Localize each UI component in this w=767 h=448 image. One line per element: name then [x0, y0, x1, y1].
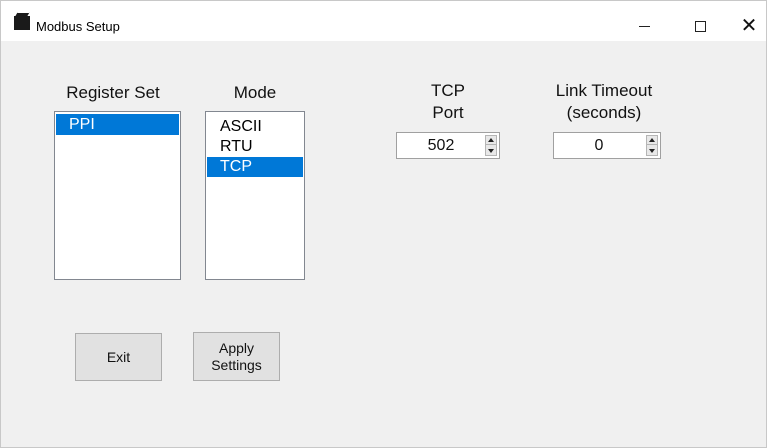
mode-item-tcp[interactable]: TCP: [207, 157, 303, 177]
close-icon: ✕: [740, 13, 758, 37]
register-set-listbox[interactable]: PPI: [54, 111, 181, 280]
mode-listbox[interactable]: ASCII RTU TCP: [205, 111, 305, 280]
mode-label: Mode: [233, 83, 277, 102]
maximize-button[interactable]: [677, 1, 723, 41]
exit-button-label: Exit: [106, 348, 131, 365]
link-timeout-label: Link Timeout (seconds): [539, 80, 669, 124]
title-bar[interactable]: Modbus Setup ✕: [1, 1, 766, 41]
tcp-port-spinbox[interactable]: 502: [396, 132, 500, 159]
window-title: Modbus Setup: [36, 19, 120, 34]
register-set-item-ppi[interactable]: PPI: [56, 114, 179, 135]
link-timeout-spin-buttons[interactable]: [646, 135, 658, 156]
tcp-port-spin-buttons[interactable]: [485, 135, 497, 156]
mode-item-rtu[interactable]: RTU: [207, 137, 303, 157]
apply-button-label-line2: Settings: [211, 356, 262, 373]
mode-item-ascii[interactable]: ASCII: [207, 117, 303, 137]
maximize-icon: [694, 20, 706, 32]
tcp-port-value[interactable]: 502: [397, 133, 485, 158]
arrow-down-icon: [488, 148, 494, 153]
modbus-setup-window: Modbus Setup ✕ Register Set PPI Mode ASC…: [0, 0, 767, 448]
link-timeout-up-button[interactable]: [647, 136, 657, 145]
app-icon[interactable]: [14, 16, 30, 30]
minimize-button[interactable]: [621, 1, 667, 41]
register-set-label: Register Set: [66, 83, 160, 102]
tcp-port-label: TCP Port: [398, 80, 498, 124]
tcp-port-label-line2: Port: [432, 103, 464, 122]
exit-button[interactable]: Exit: [75, 333, 162, 381]
arrow-up-icon: [649, 138, 655, 142]
apply-settings-button[interactable]: Apply Settings: [193, 332, 280, 381]
link-timeout-label-line2: (seconds): [566, 103, 642, 122]
link-timeout-down-button[interactable]: [647, 146, 657, 155]
tcp-port-label-line1: TCP: [431, 81, 465, 100]
link-timeout-label-line1: Link Timeout: [555, 81, 653, 100]
close-button[interactable]: ✕: [726, 1, 767, 41]
apply-button-label-line1: Apply: [218, 339, 255, 356]
arrow-down-icon: [649, 148, 655, 153]
link-timeout-spinbox[interactable]: 0: [553, 132, 661, 159]
arrow-up-icon: [488, 138, 494, 142]
tcp-port-up-button[interactable]: [486, 136, 496, 145]
link-timeout-value[interactable]: 0: [554, 133, 644, 158]
tcp-port-down-button[interactable]: [486, 146, 496, 155]
minimize-icon: [638, 25, 650, 27]
